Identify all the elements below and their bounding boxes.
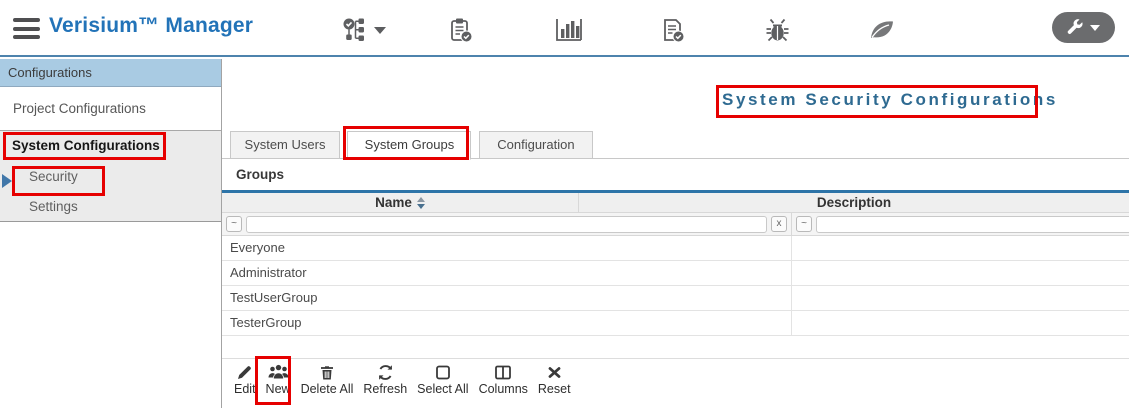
main-content: System Security Configurations System Us…	[222, 59, 1129, 408]
column-header-description[interactable]: Description	[579, 193, 1129, 212]
cell-description	[792, 261, 1129, 285]
top-bar: Verisium™ Manager	[0, 0, 1129, 57]
cell-name: Everyone	[222, 236, 792, 260]
page-title: System Security Configurations	[722, 90, 1058, 110]
sidebar-item-settings[interactable]: Settings	[0, 192, 221, 221]
users-group-icon	[267, 364, 290, 381]
edit-button[interactable]: Edit	[234, 364, 256, 396]
sidebar-item-system-configurations[interactable]: System Configurations	[0, 131, 221, 161]
reset-label: Reset	[538, 382, 571, 396]
edit-label: Edit	[234, 382, 256, 396]
bug-icon[interactable]	[764, 16, 810, 44]
admin-tools-button[interactable]	[1052, 12, 1115, 43]
table-row[interactable]: TestUserGroup	[222, 286, 1129, 311]
delete-all-button[interactable]: Delete All	[301, 364, 354, 396]
tab-strip: System Users System Groups Configuration	[222, 131, 1129, 159]
verisium-manager-window: Verisium™ Manager	[0, 0, 1129, 408]
bar-chart-icon[interactable]	[554, 16, 600, 44]
refresh-icon	[377, 364, 394, 381]
sidebar-item-project-configurations[interactable]: Project Configurations	[0, 87, 221, 130]
columns-label: Columns	[479, 382, 528, 396]
select-all-button[interactable]: Select All	[417, 364, 468, 396]
cell-name: Administrator	[222, 261, 792, 285]
wrench-icon	[1067, 19, 1084, 36]
selection-pointer-icon	[2, 174, 12, 188]
table-row[interactable]: TesterGroup	[222, 311, 1129, 336]
select-all-label: Select All	[417, 382, 468, 396]
trash-icon	[319, 364, 335, 381]
table-row[interactable]: Administrator	[222, 261, 1129, 286]
sidebar: Configurations Project Configurations Sy…	[0, 59, 222, 408]
app-title: Verisium™ Manager	[49, 14, 253, 38]
table-filter-row: ~ x ~	[222, 213, 1129, 236]
sidebar-section-system: System Configurations Security Settings	[0, 130, 221, 222]
reset-button[interactable]: Reset	[538, 364, 571, 396]
cell-description	[792, 311, 1129, 335]
name-filter-input[interactable]	[246, 216, 767, 233]
tab-configuration[interactable]: Configuration	[479, 131, 593, 159]
pencil-icon	[236, 364, 253, 381]
cell-name: TesterGroup	[222, 311, 792, 335]
leaf-icon[interactable]	[868, 16, 914, 44]
refresh-button[interactable]: Refresh	[363, 364, 407, 396]
new-label: New	[266, 382, 291, 396]
chevron-down-icon	[1090, 25, 1100, 31]
name-filter-clear-button[interactable]: x	[771, 216, 787, 232]
cell-name: TestUserGroup	[222, 286, 792, 310]
columns-button[interactable]: Columns	[479, 364, 528, 396]
table-action-toolbar: Edit New	[222, 358, 1129, 396]
tab-system-groups[interactable]: System Groups	[347, 131, 471, 160]
name-filter-mode-button[interactable]: ~	[226, 216, 242, 232]
panel-title: Groups	[222, 159, 1129, 190]
column-header-name[interactable]: Name	[222, 193, 579, 212]
cell-description	[792, 236, 1129, 260]
chevron-down-icon	[374, 27, 386, 34]
sidebar-header: Configurations	[0, 59, 221, 87]
delete-all-label: Delete All	[301, 382, 354, 396]
description-filter-cell: ~	[792, 213, 1129, 235]
sidebar-item-security[interactable]: Security	[0, 161, 221, 192]
cell-description	[792, 286, 1129, 310]
tab-system-users[interactable]: System Users	[230, 131, 340, 159]
checkbox-icon	[435, 364, 451, 381]
column-header-description-label: Description	[579, 193, 1129, 212]
new-button[interactable]: New	[266, 364, 291, 396]
document-check-icon[interactable]	[660, 16, 706, 44]
table-header-row: Name Description	[222, 193, 1129, 213]
name-filter-cell: ~ x	[222, 213, 792, 235]
description-filter-mode-button[interactable]: ~	[796, 216, 812, 232]
description-filter-input[interactable]	[816, 216, 1129, 233]
column-header-name-label: Name	[375, 195, 412, 210]
x-icon	[547, 364, 562, 381]
sort-icon[interactable]	[417, 197, 425, 209]
table-row[interactable]: Everyone	[222, 236, 1129, 261]
columns-icon	[494, 364, 512, 381]
workflow-check-icon[interactable]	[342, 16, 388, 44]
hamburger-menu-icon[interactable]	[13, 18, 40, 39]
clipboard-check-icon[interactable]	[448, 16, 494, 44]
refresh-label: Refresh	[363, 382, 407, 396]
